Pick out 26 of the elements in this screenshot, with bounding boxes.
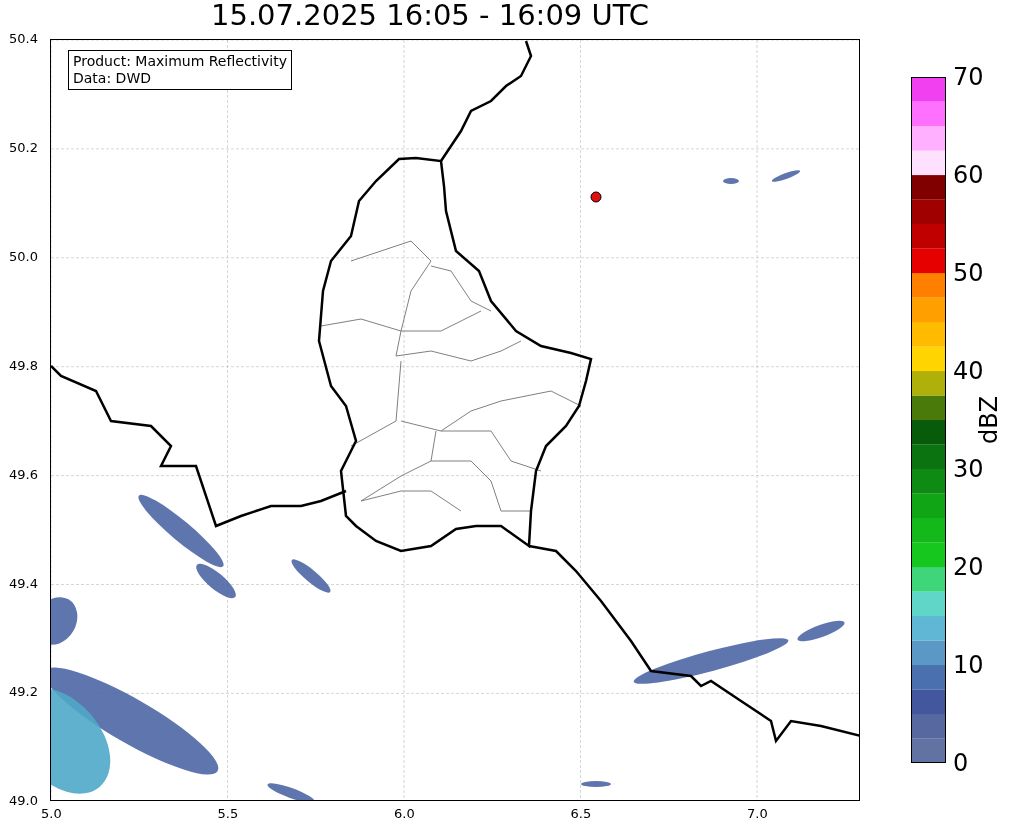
y-tick-label: 49.8 — [9, 357, 38, 373]
y-tick-label: 49.2 — [9, 684, 38, 700]
colorbar-tick-label: 10 — [953, 651, 984, 679]
y-tick-label: 49.6 — [9, 466, 38, 482]
legend-text: Product: Maximum Reflectivity — [73, 53, 287, 70]
chart-title: 15.07.2025 16:05 - 16:09 UTC — [210, 0, 650, 30]
x-tick-label: 7.0 — [747, 806, 768, 821]
legend-text: Data: DWD — [73, 70, 152, 87]
x-tick-label: 5.5 — [217, 806, 239, 821]
y-tick-label: 50.0 — [9, 248, 38, 264]
x-tick-label: 5.0 — [41, 806, 62, 821]
y-tick-label: 50.4 — [9, 31, 38, 46]
colorbar-tick-label: 30 — [953, 455, 984, 483]
location-marker-icon — [590, 191, 602, 203]
y-tick-label: 49.4 — [9, 575, 38, 591]
colorbar-tick-label: 50 — [953, 259, 984, 287]
colorbar-tick-label: 40 — [953, 357, 984, 385]
colorbar-tick-label: 70 — [953, 63, 984, 91]
colorbar-label: dBZ — [975, 395, 1003, 445]
colorbar-tick-label: 0 — [953, 749, 969, 777]
y-tick-label: 49.0 — [9, 793, 38, 809]
colorbar-tick-label: 20 — [953, 553, 984, 581]
x-tick-label: 6.5 — [570, 806, 592, 821]
y-tick-label: 50.2 — [9, 139, 38, 155]
x-tick-label: 6.0 — [394, 806, 415, 821]
colorbar-tick-label: 60 — [953, 161, 984, 189]
